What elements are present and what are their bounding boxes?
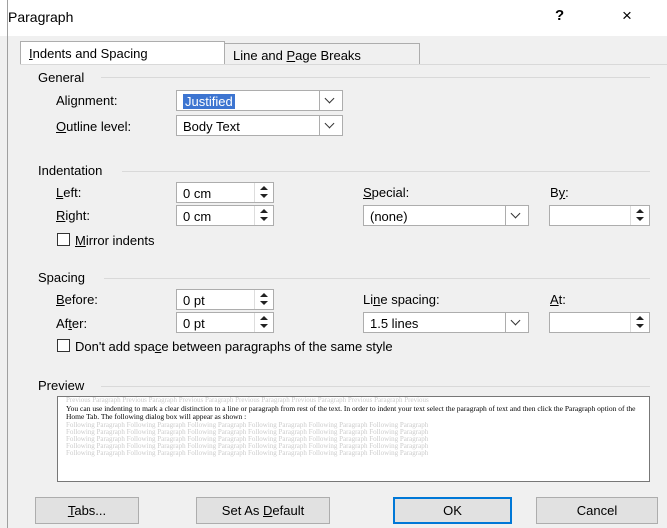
at-label: At: xyxy=(550,292,566,307)
tab-indents-and-spacing[interactable]: Indents and Spacing xyxy=(20,41,225,64)
tab-access-key: P xyxy=(286,48,296,63)
by-label: By: xyxy=(550,185,569,200)
special-select[interactable]: (none) xyxy=(363,205,529,226)
at-stepper[interactable] xyxy=(549,312,650,333)
cancel-button[interactable]: Cancel xyxy=(536,497,658,524)
close-icon[interactable]: × xyxy=(622,6,632,26)
after-spacing-value: 0 pt xyxy=(183,316,205,331)
line-spacing-value: 1.5 lines xyxy=(370,316,419,331)
left-indent-label: Left: xyxy=(56,185,82,200)
line-spacing-select[interactable]: 1.5 lines xyxy=(363,312,529,333)
after-spacing-stepper[interactable]: 0 pt xyxy=(176,312,274,333)
outline-level-select[interactable]: Body Text xyxy=(176,115,343,136)
right-indent-stepper[interactable]: 0 cm xyxy=(176,205,274,226)
preview-section-title: Preview xyxy=(38,378,85,393)
right-indent-label: Right: xyxy=(56,208,90,223)
line-spacing-label: Line spacing: xyxy=(363,292,440,307)
outline-level-label: Outline level: xyxy=(56,119,132,134)
outline-level-value: Body Text xyxy=(183,119,240,134)
chevron-down-icon[interactable] xyxy=(319,91,342,110)
dont-add-space-checkbox[interactable] xyxy=(57,339,70,352)
help-button[interactable]: ? xyxy=(555,7,564,24)
tab-label-suffix: ndents and Spacing xyxy=(32,46,148,61)
tab-label-suffix: age Breaks xyxy=(295,48,361,63)
general-rule xyxy=(101,77,650,78)
chevron-down-icon[interactable] xyxy=(505,206,528,225)
preview-previous-line: Previous Paragraph Previous Paragraph Pr… xyxy=(66,396,429,404)
chevron-down-icon[interactable] xyxy=(505,313,528,332)
tab-line-and-page-breaks[interactable]: Line and Page Breaks xyxy=(224,43,420,64)
ok-button[interactable]: OK xyxy=(393,497,512,524)
indentation-section-title: Indentation xyxy=(38,163,103,178)
paragraph-dialog: Paragraph ? × Indents and Spacing Line a… xyxy=(0,0,667,528)
special-label: Special: xyxy=(363,185,410,200)
chevron-down-icon[interactable] xyxy=(319,116,342,135)
before-spacing-label: Before: xyxy=(56,292,98,307)
spacing-section-title: Spacing xyxy=(38,270,85,285)
set-as-default-button[interactable]: Set As Default xyxy=(196,497,330,524)
title-bar: Paragraph ? × xyxy=(0,0,667,36)
paragraph-preview: Previous Paragraph Previous Paragraph Pr… xyxy=(57,396,650,482)
special-value: (none) xyxy=(370,209,408,224)
preview-following-line: Following Paragraph Following Paragraph … xyxy=(66,449,429,457)
right-indent-value: 0 cm xyxy=(183,209,212,224)
left-indent-stepper[interactable]: 0 cm xyxy=(176,182,274,203)
dialog-title: Paragraph xyxy=(8,9,74,25)
left-indent-value: 0 cm xyxy=(183,186,212,201)
before-spacing-stepper[interactable]: 0 pt xyxy=(176,289,274,310)
before-spacing-value: 0 pt xyxy=(183,293,205,308)
spinner-icon[interactable] xyxy=(254,313,273,332)
preview-rule xyxy=(101,386,650,387)
general-section-title: General xyxy=(38,70,85,85)
spinner-icon[interactable] xyxy=(254,290,273,309)
alignment-value: Justified xyxy=(183,94,235,109)
mirror-indents-label: Mirror indents xyxy=(75,233,155,248)
window-left-border xyxy=(7,0,8,528)
dont-add-space-label: Don't add space between paragraphs of th… xyxy=(75,339,393,354)
spinner-icon[interactable] xyxy=(630,206,649,225)
mirror-indents-checkbox[interactable] xyxy=(57,233,70,246)
tab-label-prefix: Line and xyxy=(233,48,287,63)
tabs-button[interactable]: Tabs... xyxy=(35,497,139,524)
indentation-rule xyxy=(122,171,650,172)
after-spacing-label: After: xyxy=(56,316,88,331)
spinner-icon[interactable] xyxy=(254,183,273,202)
spinner-icon[interactable] xyxy=(630,313,649,332)
alignment-label: Alignment: xyxy=(56,93,118,108)
spacing-rule xyxy=(104,278,650,279)
alignment-select[interactable]: Justified xyxy=(176,90,343,111)
by-stepper[interactable] xyxy=(549,205,650,226)
preview-text: You can use indenting to mark a clear di… xyxy=(66,404,636,421)
spinner-icon[interactable] xyxy=(254,206,273,225)
